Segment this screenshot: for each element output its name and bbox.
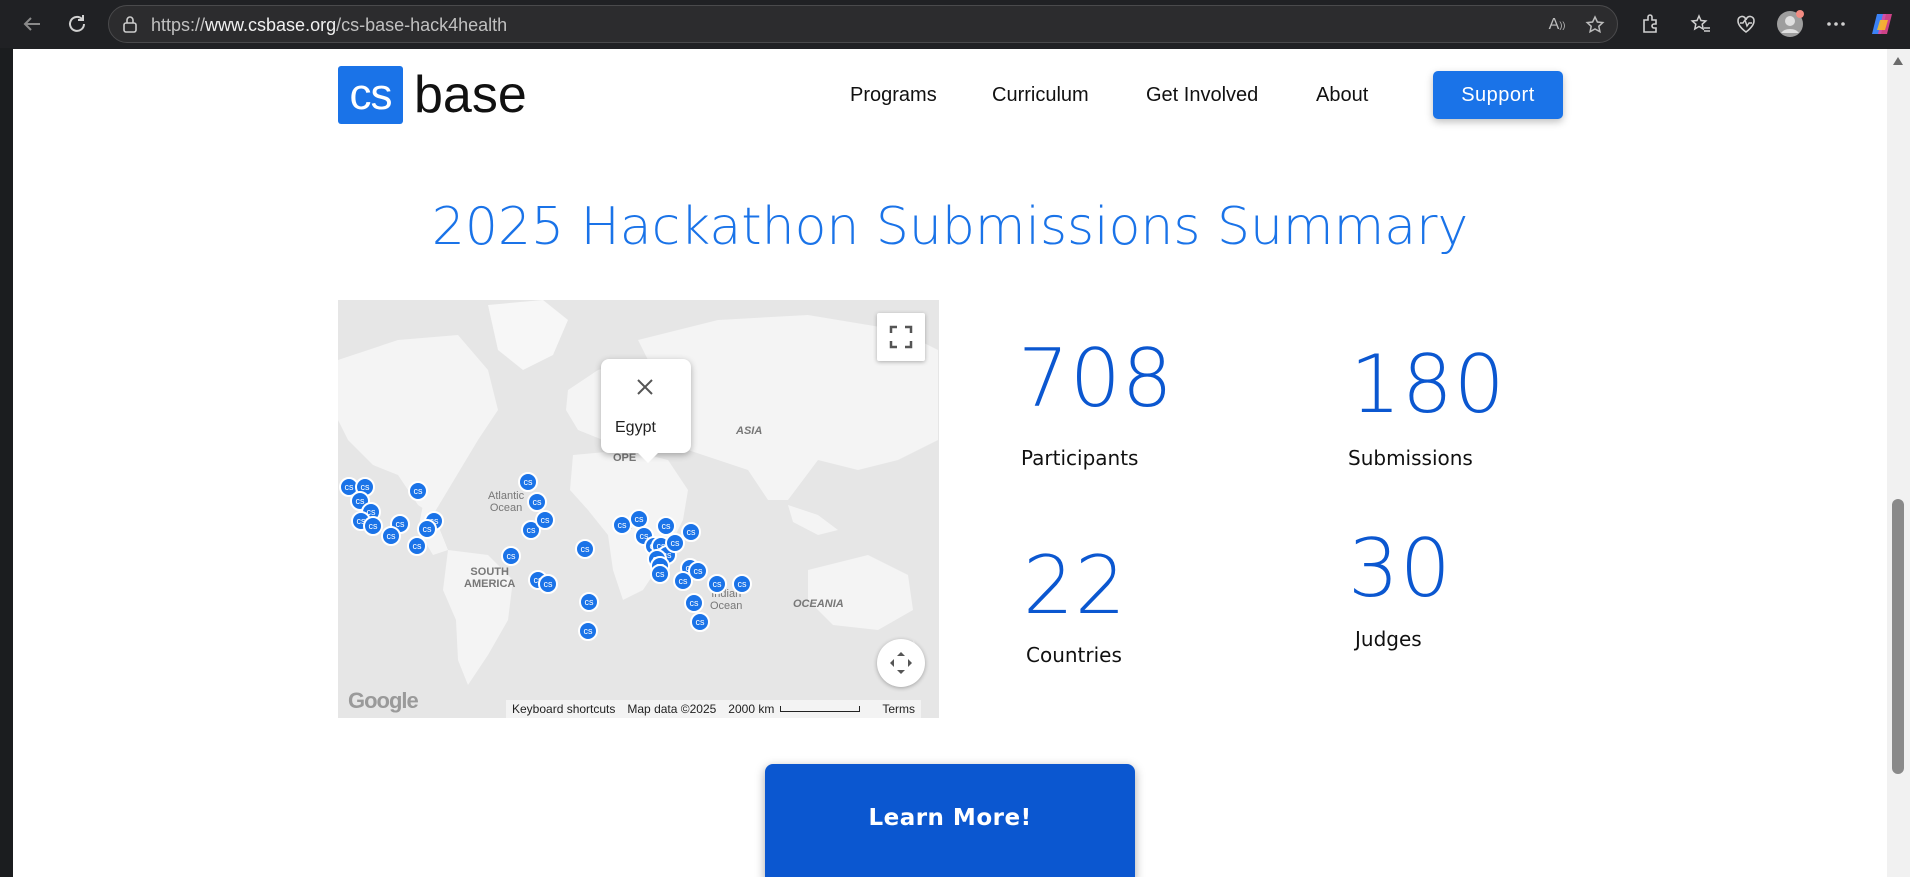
learn-more-button[interactable]: Learn More! xyxy=(765,764,1135,877)
label-oceania: OCEANIA xyxy=(793,598,844,610)
stat-participants-value: 708 xyxy=(1018,332,1174,425)
address-bar[interactable]: https://www.csbase.org/cs-base-hack4heal… xyxy=(108,5,1618,43)
label-europe: OPE xyxy=(613,452,637,464)
map-scale-text[interactable]: 2000 km xyxy=(728,702,774,716)
fullscreen-icon[interactable] xyxy=(877,313,925,361)
logo-wordmark: base xyxy=(414,66,527,124)
map-attribution: Keyboard shortcuts Map data ©2025 2000 k… xyxy=(506,700,921,718)
map-marker[interactable]: cs xyxy=(535,510,555,530)
map-marker[interactable]: cs xyxy=(579,592,599,612)
extensions-icon[interactable] xyxy=(1636,10,1664,38)
camera-control-icon[interactable] xyxy=(877,639,925,687)
google-logo: Google xyxy=(348,688,419,713)
terms-link[interactable]: Terms xyxy=(882,702,915,716)
browser-essentials-icon[interactable] xyxy=(1732,10,1760,38)
label-south-america: SOUTH AMERICA xyxy=(464,566,516,590)
map-marker[interactable]: cs xyxy=(363,516,383,536)
profile-avatar-icon[interactable] xyxy=(1776,10,1804,38)
map-scale-bar xyxy=(780,706,861,712)
map-marker[interactable]: cs xyxy=(681,522,701,542)
desktop-edge xyxy=(0,48,13,877)
map-marker[interactable]: cs xyxy=(690,612,710,632)
map-marker[interactable]: cs xyxy=(707,574,727,594)
map-info-window: Egypt xyxy=(601,359,691,463)
favorite-star-icon[interactable] xyxy=(1584,14,1606,36)
map-marker[interactable]: cs xyxy=(501,546,521,566)
map-marker[interactable]: cs xyxy=(408,481,428,501)
stat-countries-label: Countries xyxy=(1026,643,1122,667)
web-page: cs base Programs Curriculum Get Involved… xyxy=(13,49,1887,877)
map-marker[interactable]: cs xyxy=(575,539,595,559)
browser-toolbar: https://www.csbase.org/cs-base-hack4heal… xyxy=(0,0,1910,48)
info-window-country: Egypt xyxy=(615,419,656,436)
nav-curriculum[interactable]: Curriculum xyxy=(992,84,1089,107)
map-marker[interactable]: cs xyxy=(538,574,558,594)
map-marker[interactable]: cs xyxy=(381,526,401,546)
scroll-thumb[interactable] xyxy=(1892,499,1904,774)
page-title: 2025 Hackathon Submissions Summary xyxy=(431,197,1469,257)
read-aloud-icon[interactable]: A)) xyxy=(1546,14,1568,36)
map-marker[interactable]: cs xyxy=(650,564,670,584)
copilot-icon[interactable] xyxy=(1868,10,1896,38)
keyboard-shortcuts-link[interactable]: Keyboard shortcuts xyxy=(512,702,615,716)
lock-icon[interactable] xyxy=(121,15,139,33)
map-marker[interactable]: cs xyxy=(578,621,598,641)
support-button[interactable]: Support xyxy=(1433,71,1563,119)
label-atlantic-ocean: Atlantic Ocean xyxy=(488,490,525,514)
nav-get-involved[interactable]: Get Involved xyxy=(1146,84,1258,107)
stat-submissions-value: 180 xyxy=(1350,338,1506,431)
map-marker[interactable]: cs xyxy=(527,492,547,512)
map-marker[interactable]: cs xyxy=(407,536,427,556)
refresh-icon[interactable] xyxy=(63,10,91,38)
stat-submissions-label: Submissions xyxy=(1348,446,1473,470)
stat-participants-label: Participants xyxy=(1021,446,1139,470)
map-data-text: Map data ©2025 xyxy=(627,702,717,716)
back-icon[interactable] xyxy=(18,10,46,38)
scroll-up-icon[interactable] xyxy=(1893,57,1903,65)
more-options-icon[interactable] xyxy=(1822,10,1850,38)
site-logo[interactable]: cs base xyxy=(338,65,527,125)
stat-judges-value: 30 xyxy=(1348,522,1452,615)
logo-mark: cs xyxy=(338,66,403,124)
map-marker[interactable]: cs xyxy=(518,472,538,492)
label-asia: ASIA xyxy=(736,425,763,437)
nav-programs[interactable]: Programs xyxy=(850,84,937,107)
close-icon[interactable] xyxy=(631,373,659,401)
map-marker[interactable]: cs xyxy=(684,593,704,613)
map-marker[interactable]: cs xyxy=(688,561,708,581)
url-text[interactable]: https://www.csbase.org/cs-base-hack4heal… xyxy=(151,15,507,36)
stat-judges-label: Judges xyxy=(1355,627,1422,651)
stat-countries-value: 22 xyxy=(1023,539,1127,632)
map-marker[interactable]: cs xyxy=(732,574,752,594)
page-scrollbar[interactable] xyxy=(1887,49,1910,877)
favorites-icon[interactable] xyxy=(1687,10,1715,38)
submissions-map[interactable]: Atlantic Ocean SOUTH AMERICA Indian Ocea… xyxy=(338,300,939,718)
nav-about[interactable]: About xyxy=(1316,84,1368,107)
